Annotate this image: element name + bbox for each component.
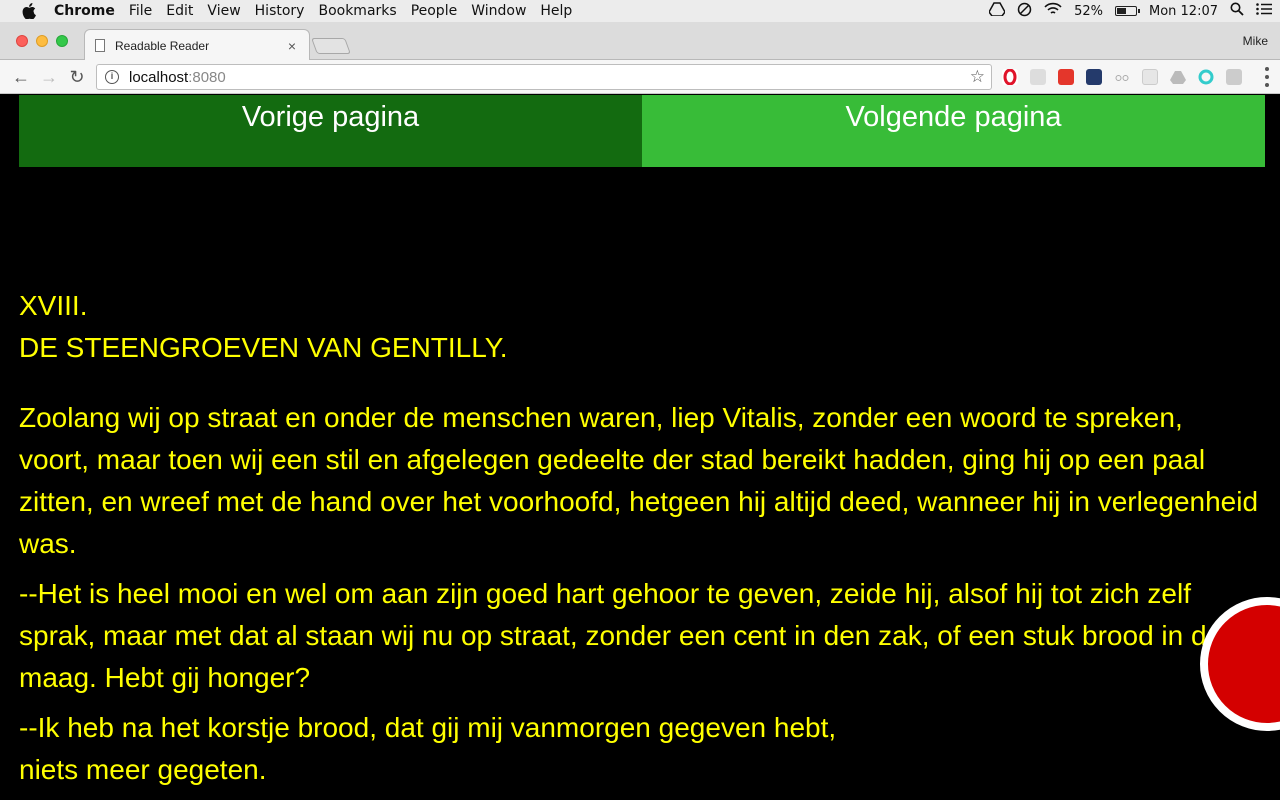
opera-extension-icon[interactable] (1002, 68, 1018, 86)
menu-clock[interactable]: Mon 12:07 (1149, 4, 1218, 19)
glasses-extension-icon[interactable] (1114, 69, 1130, 85)
reload-icon[interactable]: ↻ (66, 66, 88, 88)
window-close-button[interactable] (16, 35, 28, 47)
chrome-menu-icon[interactable] (1264, 67, 1270, 87)
menu-bookmarks[interactable]: Bookmarks (318, 0, 406, 22)
battery-percent: 52% (1074, 3, 1103, 19)
todoist-extension-icon[interactable] (1058, 69, 1074, 85)
apple-icon[interactable] (20, 0, 38, 22)
reader-page: Vorige pagina Volgende pagina XVIII. DE … (0, 95, 1280, 800)
status-area: 52% Mon 12:07 (988, 0, 1272, 22)
menu-view[interactable]: View (207, 0, 250, 22)
chapter-title: DE STEENGROEVEN VAN GENTILLY. (19, 332, 508, 363)
battery-icon[interactable] (1114, 6, 1140, 16)
drive-extension-icon[interactable] (1170, 69, 1186, 85)
browser-toolbar: ← → ↻ i localhost :8080 ☆ (0, 60, 1280, 94)
window-zoom-button[interactable] (56, 35, 68, 47)
paragraph: --Het is heel mooi en wel om aan zijn go… (19, 578, 1223, 693)
profile-button[interactable]: Mike (1243, 34, 1268, 48)
menu-file[interactable]: File (129, 0, 162, 22)
forward-arrow-icon[interactable]: → (38, 66, 60, 88)
address-bar[interactable]: i localhost :8080 ☆ (96, 64, 992, 90)
notification-center-icon[interactable] (1256, 3, 1272, 19)
menu-history[interactable]: History (255, 0, 315, 22)
menu-app-chrome[interactable]: Chrome (54, 0, 125, 22)
window-minimize-button[interactable] (36, 35, 48, 47)
bird-extension-icon[interactable] (1086, 69, 1102, 85)
bookmark-star-icon[interactable]: ☆ (970, 67, 985, 87)
pagination-bar: Vorige pagina Volgende pagina (19, 95, 1265, 167)
paragraph: Zoolang wij op straat en onder de mensch… (19, 402, 1259, 559)
page-document-icon (95, 39, 105, 52)
chapter-number: XVIII. (19, 290, 88, 321)
battery-level-fill (1116, 8, 1127, 14)
back-arrow-icon[interactable]: ← (10, 66, 32, 88)
stylish-extension-icon[interactable] (1030, 69, 1046, 85)
color-wheel-extension-icon[interactable] (1198, 69, 1214, 85)
menu-people[interactable]: People (411, 0, 468, 22)
site-info-icon[interactable]: i (105, 70, 119, 84)
reader-text: XVIII. DE STEENGROEVEN VAN GENTILLY. Zoo… (19, 285, 1259, 791)
sync-icon[interactable] (1017, 2, 1032, 21)
paragraph: --Ik heb na het korstje brood, dat gij m… (19, 712, 837, 743)
spotlight-search-icon[interactable] (1230, 2, 1244, 20)
wifi-icon[interactable] (1044, 2, 1062, 20)
extension-icon[interactable] (1226, 69, 1242, 85)
url-host: localhost (129, 68, 189, 86)
previous-page-button[interactable]: Vorige pagina (19, 95, 642, 167)
next-page-button[interactable]: Volgende pagina (642, 95, 1265, 167)
tab-title: Readable Reader (115, 38, 210, 53)
browser-tab-strip: Readable Reader × Mike (0, 22, 1280, 61)
menu-help[interactable]: Help (540, 0, 582, 22)
tab-readable-reader[interactable]: Readable Reader × (84, 29, 310, 61)
paragraph: niets meer gegeten. (19, 754, 267, 785)
macos-menu-bar: Chrome File Edit View History Bookmarks … (0, 0, 1280, 22)
tab-close-icon[interactable]: × (285, 39, 299, 53)
menu-window[interactable]: Window (471, 0, 536, 22)
drive-icon[interactable] (988, 2, 1006, 20)
chapter-heading: XVIII. DE STEENGROEVEN VAN GENTILLY. (19, 285, 1259, 369)
menu-edit[interactable]: Edit (166, 0, 203, 22)
grid-extension-icon[interactable] (1142, 69, 1158, 85)
url-port: :8080 (188, 68, 226, 86)
new-tab-button[interactable] (311, 38, 351, 54)
